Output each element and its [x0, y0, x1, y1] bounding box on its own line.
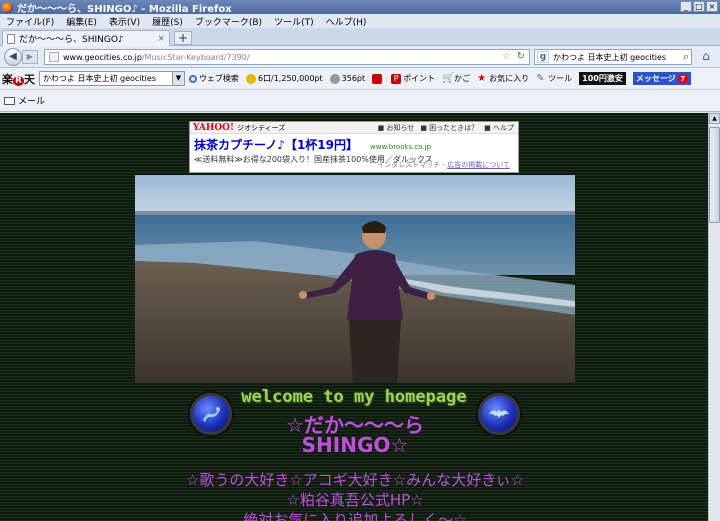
welcome-text: welcome to my homepage [241, 387, 467, 407]
rakuten-card-button[interactable] [372, 73, 384, 84]
google-g-icon[interactable]: g [537, 51, 549, 63]
name-line-2: SHINGO☆ [301, 433, 409, 457]
menu-history[interactable]: 履歴(S) [152, 15, 183, 28]
p-icon: P [391, 73, 402, 84]
navigation-bar: ◀ ▶ www.geocities.co.jp/MusicStar-Keyboa… [0, 46, 720, 68]
ad-title[interactable]: 抹茶カプチーノ♪【1杯19円】 [194, 136, 358, 153]
sale-badge[interactable]: 100円激安 [579, 72, 626, 85]
search-icon[interactable]: ⌕ [683, 50, 689, 64]
rakuten-search-input[interactable]: かわつよ 日本史上初 geocities ▼ [38, 71, 185, 86]
ad-domain[interactable]: www.brooks.co.jp [370, 143, 431, 151]
intro-line-1: ☆歌うの大好き☆アコギ大好き☆みんな大好きぃ☆ [185, 471, 525, 489]
ad-links: ■ お知らせ ■ 困ったときは？ ■ ヘルプ [378, 123, 518, 133]
star-icon: ★ [477, 72, 487, 84]
magnifier-icon [188, 74, 197, 83]
menu-file[interactable]: ファイル(F) [6, 15, 54, 28]
tab-strip: だか～～～ら、SHINGO♪ × + [0, 28, 720, 46]
yahoo-ad-banner[interactable]: YAHOO! ジオシティーズ ■ お知らせ ■ 困ったときは？ ■ ヘルプ 抹茶… [189, 121, 519, 173]
mail-icon [4, 96, 15, 105]
new-tab-button[interactable]: + [174, 31, 192, 45]
maximize-button[interactable]: □ [693, 1, 705, 12]
url-bar[interactable]: www.geocities.co.jp/MusicStar-Keyboard/7… [44, 49, 530, 65]
ad-header: YAHOO! ジオシティーズ ■ お知らせ ■ 困ったときは？ ■ ヘルプ [190, 122, 518, 134]
page-icon [7, 33, 15, 44]
home-button[interactable]: ⌂ [698, 49, 714, 65]
cart-icon: 🛒 [442, 72, 455, 84]
back-button[interactable]: ◀ [4, 48, 22, 66]
window-controls: _ □ × [680, 1, 718, 12]
tab-close-icon[interactable]: × [157, 34, 165, 44]
site-identity-icon[interactable] [49, 52, 59, 62]
menu-view[interactable]: 表示(V) [109, 15, 140, 28]
ad-link-news[interactable]: ■ お知らせ [378, 123, 415, 133]
cart-button[interactable]: 🛒 かご [442, 73, 470, 84]
web-search-button[interactable]: ウェブ検索 [188, 73, 239, 84]
reload-icon[interactable]: ↻ [517, 51, 525, 62]
scroll-up-icon[interactable]: ▲ [709, 113, 720, 124]
beach-photo [135, 175, 575, 383]
scrollbar-thumb[interactable] [709, 127, 720, 223]
lottery-button[interactable]: 6口/1,250,000pt [245, 73, 323, 84]
menu-tools[interactable]: ツール(T) [274, 15, 314, 28]
tools-button[interactable]: ✎ ツール [536, 73, 572, 84]
yahoo-logo[interactable]: YAHOO! [193, 123, 234, 133]
url-path: /MusicStar-Keyboard/7390/ [141, 52, 250, 62]
back-forward: ◀ ▶ [4, 48, 38, 66]
page-content: YAHOO! ジオシティーズ ■ お知らせ ■ 困ったときは？ ■ ヘルプ 抹茶… [0, 113, 708, 521]
rakuten-toolbar: 楽R天 かわつよ 日本史上初 geocities ▼ ウェブ検索 6口/1,25… [0, 68, 720, 90]
menu-bookmarks[interactable]: ブックマーク(B) [195, 15, 262, 28]
favorites-button[interactable]: ★ お気に入り [477, 73, 529, 84]
search-box[interactable]: g かわつよ 日本史上初 geocities ⌕ [534, 49, 692, 65]
bookmark-star-icon[interactable]: ☆ [502, 51, 511, 62]
url-host: www.geocities.co.jp [63, 52, 142, 62]
wrench-icon: ✎ [536, 72, 545, 84]
intro-line-3: 絶対お気に入り追加よろしく～☆ [243, 511, 467, 521]
title-bar: だか～～～ら、SHINGO♪ - Mozilla Firefox _ □ × [0, 0, 720, 15]
ad-link-help[interactable]: ■ ヘルプ [484, 123, 514, 133]
tab-label: だか～～～ら、SHINGO♪ [19, 35, 124, 45]
window-title: だか～～～ら、SHINGO♪ - Mozilla Firefox [17, 3, 232, 15]
ad-title-row: 抹茶カプチーノ♪【1杯19円】 www.brooks.co.jp [190, 134, 518, 153]
point-button[interactable]: P ポイント [391, 73, 435, 84]
vertical-scrollbar[interactable]: ▲ [708, 113, 720, 521]
search-input[interactable]: かわつよ 日本史上初 geocities [553, 52, 666, 63]
mail-button[interactable]: メール [18, 94, 45, 107]
intro-line-2: ☆粕谷真吾公式HP☆ [286, 491, 424, 509]
ad-footer: インタレストマッチ - 広告の掲載について [377, 161, 510, 169]
ad-footer-link[interactable]: 広告の掲載について [447, 161, 510, 169]
firefox-icon [2, 1, 13, 13]
chevron-down-icon[interactable]: ▼ [171, 72, 184, 85]
rakuten-logo[interactable]: 楽R天 [2, 71, 35, 87]
ad-brand-sub: ジオシティーズ [236, 123, 286, 132]
minimize-button[interactable]: _ [680, 1, 692, 12]
close-button[interactable]: × [706, 1, 718, 12]
coin-icon [245, 73, 256, 84]
menu-edit[interactable]: 編集(E) [66, 15, 97, 28]
rakuten-card-icon [372, 73, 383, 84]
menu-bar: ファイル(F) 編集(E) 表示(V) 履歴(S) ブックマーク(B) ツール(… [0, 14, 720, 28]
mail-bar: メール [0, 90, 720, 112]
menu-help[interactable]: ヘルプ(H) [326, 15, 367, 28]
points-icon [329, 73, 340, 84]
message-badge[interactable]: メッセージ 7 [632, 72, 691, 85]
tab-current[interactable]: だか～～～ら、SHINGO♪ × [2, 30, 170, 46]
ad-link-trouble[interactable]: ■ 困ったときは？ [420, 123, 478, 133]
points-button[interactable]: 356pt [329, 73, 365, 84]
message-count: 7 [677, 73, 688, 84]
forward-button[interactable]: ▶ [22, 50, 38, 64]
